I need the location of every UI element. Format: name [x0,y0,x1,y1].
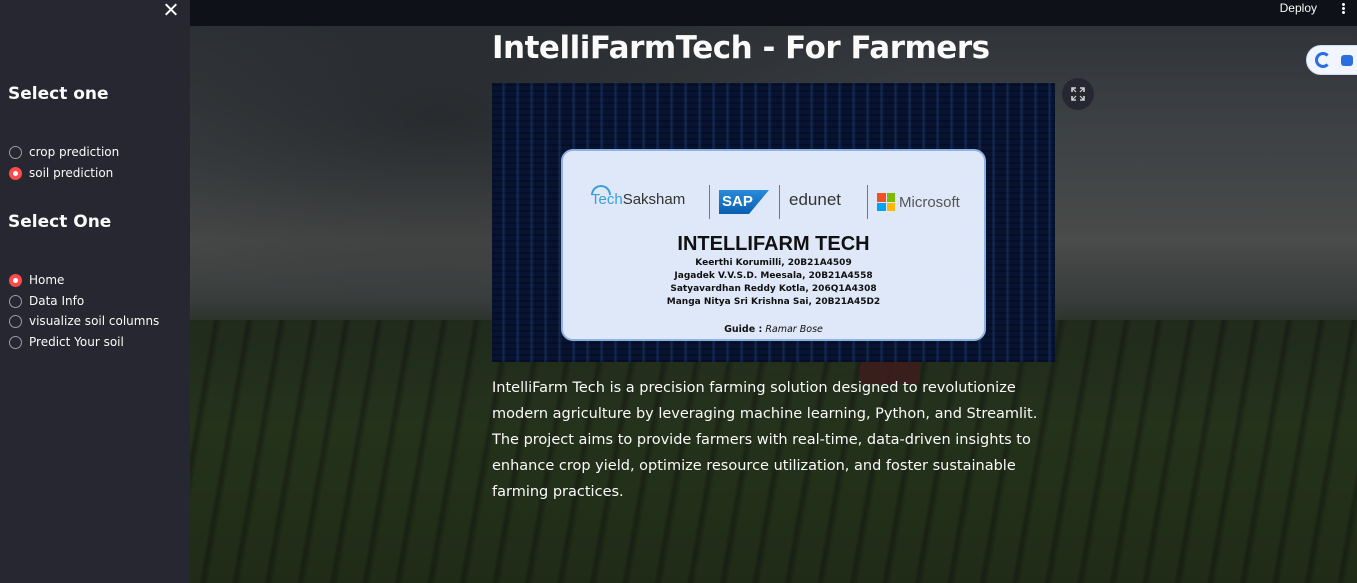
techsaksham-logo: TechSaksham [591,191,686,208]
close-sidebar-icon[interactable] [163,2,179,18]
microsoft-icon [877,193,895,211]
sap-logo: SAP [719,190,769,214]
divider [867,185,868,219]
radio-home[interactable]: Home [9,271,64,289]
main-menu-icon[interactable] [1339,2,1347,14]
guide-line: Guide : Ramar Bose [563,324,984,335]
team-member: Jagadek V.V.S.D. Meesala, 20B21A4558 [674,271,873,281]
edunet-logo: edunet [789,190,841,209]
partner-logos: TechSaksham SAP edunet Microsoft [591,185,963,219]
radio-label: Predict Your soil [29,335,124,349]
radio-label: Data Info [29,294,85,308]
divider [709,185,710,219]
expand-icon [1071,87,1085,101]
radio-indicator-selected[interactable] [9,166,22,180]
radio-indicator[interactable] [9,145,22,159]
radio-soil-prediction[interactable]: soil prediction [9,164,113,182]
floating-widget[interactable] [1306,45,1357,75]
radio-label: visualize soil columns [29,314,160,328]
team-member: Manga Nitya Sri Krishna Sai, 20B21A45D2 [666,297,881,307]
radio-label: crop prediction [29,145,120,159]
guide-name: Ramar Bose [765,324,823,335]
app-header: Deploy [190,0,1357,26]
radio-indicator[interactable] [9,314,22,328]
radio-data-info[interactable]: Data Info [9,292,84,310]
deploy-button[interactable]: Deploy [1276,1,1321,15]
team-member: Keerthi Korumilli, 20B21A4509 [695,258,852,268]
radio-indicator[interactable] [9,294,22,308]
guide-label: Guide : [724,324,763,335]
sidebar: Select one crop prediction soil predicti… [0,0,190,583]
team-member: Satyavardhan Reddy Kotla, 206Q1A4308 [670,284,877,294]
sidebar-heading-2: Select One [8,212,112,232]
radio-predict-your-soil[interactable]: Predict Your soil [9,333,124,351]
sidebar-heading-1: Select one [8,84,109,104]
banner-title: INTELLIFARM TECH [677,233,870,255]
radio-crop-prediction[interactable]: crop prediction [9,143,119,161]
radio-indicator[interactable] [9,335,22,349]
radio-label: Home [29,273,65,287]
divider [779,185,780,219]
radio-visualize-soil-columns[interactable]: visualize soil columns [9,312,159,330]
project-banner-image: TechSaksham SAP edunet Microsoft INTELLI… [492,83,1055,362]
translate-icon[interactable] [1341,55,1353,66]
project-card: TechSaksham SAP edunet Microsoft INTELLI… [561,149,986,341]
assistant-icon[interactable] [1315,52,1331,68]
project-description: IntelliFarm Tech is a precision farming … [492,380,1038,500]
team-members: Keerthi Korumilli, 20B21A4509 Jagadek V.… [563,257,984,309]
fullscreen-button[interactable] [1062,78,1094,110]
radio-label: soil prediction [29,166,114,180]
radio-indicator-selected[interactable] [9,273,22,287]
page-title: IntelliFarmTech - For Farmers [492,30,990,66]
microsoft-logo: Microsoft [877,193,960,211]
